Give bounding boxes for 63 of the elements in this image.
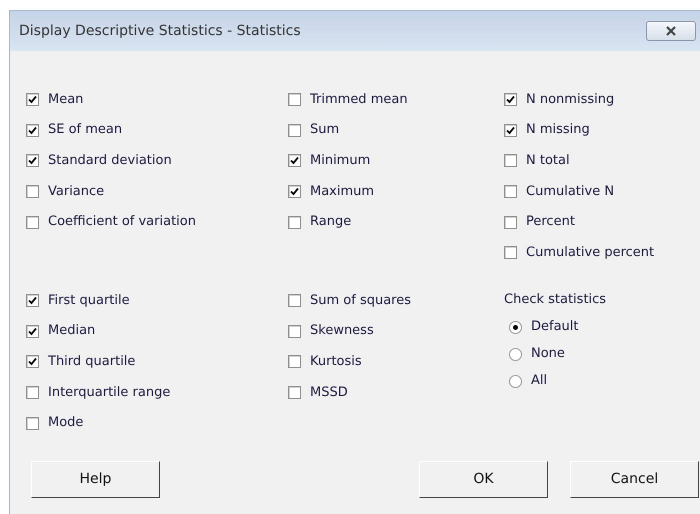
radio-button[interactable] [509,374,522,388]
checkbox-label: Third quartile [48,353,136,372]
checkbox-label: Trimmed mean [310,90,408,109]
checkbox-label: Standard deviation [48,152,172,170]
checkbox[interactable] [26,92,39,106]
checkbox-label: Range [310,213,352,232]
checkbox-label: Mean [48,90,84,109]
checkbox[interactable] [504,246,517,260]
checkbox[interactable] [504,154,517,168]
radio-button[interactable] [509,320,522,334]
checkbox[interactable] [288,124,301,137]
dialog-button[interactable]: Cancel [570,460,699,498]
checkbox-label: N missing [526,121,590,140]
checkbox-label: First quartile [48,292,130,310]
checkbox-label: Percent [526,213,575,232]
checkbox[interactable] [26,416,39,430]
checkbox[interactable] [26,184,39,198]
checkbox-label: Sum of squares [310,292,412,310]
close-icon [665,26,677,36]
radio-label: All [531,372,548,390]
radio-label: None [531,345,565,364]
checkbox[interactable] [288,184,301,198]
checkbox[interactable] [504,184,517,198]
checkbox-label: Cumulative percent [526,244,654,262]
checkbox-label: Coefficient of variation [48,213,196,232]
checkbox-label: N nonmissing [526,90,614,109]
checkbox[interactable] [288,355,301,368]
checkbox[interactable] [288,294,301,307]
checkbox[interactable] [288,216,301,229]
checkbox-label: Sum [310,121,340,140]
checkbox[interactable] [288,386,301,400]
checkbox[interactable] [26,124,39,137]
checkbox-label: Cumulative N [526,182,614,201]
group-label: Check statistics [504,291,608,310]
checkbox[interactable] [288,154,301,168]
checkbox[interactable] [288,324,301,338]
dialog-button[interactable]: Help [31,460,160,498]
checkbox-label: Median [48,322,96,340]
window-title: Display Descriptive Statistics - Statistics [19,22,301,40]
checkbox[interactable] [26,154,39,168]
checkbox[interactable] [26,386,39,400]
checkbox-label: Kurtosis [310,353,362,372]
dialog-button[interactable]: OK [419,460,548,498]
checkbox[interactable] [288,92,301,106]
checkbox[interactable] [504,92,517,106]
checkbox-label: N total [526,152,570,170]
checkbox[interactable] [26,324,39,338]
checkbox-label: Minimum [310,152,370,170]
checkbox-label: Maximum [310,182,374,201]
checkbox[interactable] [504,124,517,137]
checkbox-label: MSSD [310,384,348,402]
checkbox[interactable] [26,355,39,368]
close-button[interactable] [646,21,696,41]
checkbox-label: Interquartile range [48,384,170,402]
checkbox-label: Variance [48,182,104,201]
checkbox-label: Mode [48,414,84,432]
radio-label: Default [531,318,578,336]
checkbox-label: Skewness [310,322,374,340]
checkbox[interactable] [504,216,517,229]
checkbox[interactable] [26,294,39,307]
checkbox[interactable] [26,216,39,229]
radio-button[interactable] [509,348,522,361]
checkbox-label: SE of mean [48,121,122,140]
